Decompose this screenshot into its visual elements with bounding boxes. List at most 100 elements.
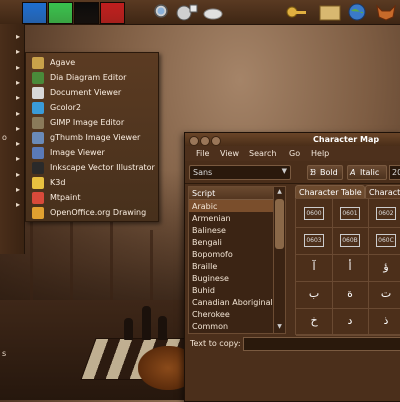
maximize-icon[interactable] bbox=[211, 136, 221, 146]
dock-category-item[interactable]: ▸ bbox=[0, 45, 24, 60]
tab-character-details[interactable]: Characte bbox=[365, 185, 400, 198]
dock-category-item[interactable]: ▸ bbox=[0, 91, 24, 106]
close-icon[interactable] bbox=[189, 136, 199, 146]
unknown-glyph-box: 060B bbox=[340, 234, 360, 247]
window-titlebar[interactable]: Character Map bbox=[185, 133, 400, 147]
menu-item-gthumb-image-viewer[interactable]: gThumb Image Viewer bbox=[28, 131, 156, 145]
script-list-scrollbar[interactable]: ▲ ▼ bbox=[273, 186, 286, 334]
dock-category-item[interactable]: ▸ bbox=[0, 76, 24, 91]
character-cell[interactable]: ؤ bbox=[368, 253, 400, 282]
chevron-right-icon: ▸ bbox=[16, 154, 21, 164]
scrollbar-thumb[interactable] bbox=[275, 199, 284, 249]
search-icon[interactable] bbox=[152, 2, 172, 22]
character-cell[interactable]: 060B bbox=[332, 226, 369, 255]
script-list-item[interactable]: Buginese bbox=[189, 272, 273, 284]
scroll-down-icon[interactable]: ▼ bbox=[275, 323, 284, 332]
font-selector[interactable]: Sans ▼ bbox=[189, 165, 291, 180]
globe-icon[interactable] bbox=[346, 2, 368, 22]
scroll-up-icon[interactable]: ▲ bbox=[275, 188, 284, 197]
script-list-item[interactable]: Bengali bbox=[189, 236, 273, 248]
character-cell[interactable]: ة bbox=[332, 280, 369, 309]
script-list-item[interactable]: Common bbox=[189, 320, 273, 332]
menu-item-label: Document Viewer bbox=[50, 88, 122, 97]
italic-label: Italic bbox=[360, 168, 380, 177]
chess-piece bbox=[124, 318, 133, 340]
character-cell[interactable]: آ bbox=[296, 253, 333, 282]
menu-item-inkscape-vector-illustrator[interactable]: Inkscape Vector Illustrator bbox=[28, 161, 156, 175]
script-list-item[interactable]: Braille bbox=[189, 260, 273, 272]
script-name: Canadian Aboriginal bbox=[192, 298, 273, 307]
character-cell[interactable]: ت bbox=[368, 280, 400, 309]
menu-search[interactable]: Search bbox=[249, 149, 276, 158]
mtpaint-icon bbox=[32, 192, 44, 204]
workspace-3[interactable] bbox=[74, 2, 99, 24]
key-icon[interactable] bbox=[285, 2, 309, 22]
script-name: Arabic bbox=[192, 202, 218, 211]
menu-item-dia-diagram-editor[interactable]: Dia Diagram Editor bbox=[28, 71, 156, 85]
character-cell[interactable]: 0600 bbox=[296, 199, 333, 228]
character-cell[interactable]: خ bbox=[296, 307, 333, 336]
character-cell[interactable]: د bbox=[332, 307, 369, 336]
character-cell[interactable]: ذ bbox=[368, 307, 400, 336]
font-name: Sans bbox=[193, 168, 213, 177]
cloud-icon[interactable] bbox=[202, 2, 224, 22]
script-list-header[interactable]: Script bbox=[189, 187, 273, 200]
menu-item-openoffice-org-drawing[interactable]: OpenOffice.org Drawing bbox=[28, 206, 156, 220]
unknown-glyph-box: 0600 bbox=[304, 207, 324, 220]
dock-category-item[interactable]: ▸ bbox=[0, 183, 24, 198]
fox-icon[interactable] bbox=[374, 2, 398, 22]
script-list-item[interactable]: Balinese bbox=[189, 224, 273, 236]
menu-item-gcolor2[interactable]: Gcolor2 bbox=[28, 101, 156, 115]
menu-file[interactable]: File bbox=[196, 149, 209, 158]
dock-category-item[interactable]: ▸ bbox=[0, 198, 24, 213]
menu-item-agave[interactable]: Agave bbox=[28, 56, 156, 70]
italic-toggle[interactable]: A Italic bbox=[347, 165, 387, 180]
menu-item-image-viewer[interactable]: Image Viewer bbox=[28, 146, 156, 160]
menu-help[interactable]: Help bbox=[311, 149, 329, 158]
text-to-copy-input[interactable] bbox=[243, 337, 400, 351]
inkscape-icon bbox=[32, 162, 44, 174]
menu-item-gimp-image-editor[interactable]: GIMP Image Editor bbox=[28, 116, 156, 130]
menu-item-mtpaint[interactable]: Mtpaint bbox=[28, 191, 156, 205]
font-size-spinner[interactable]: 20 bbox=[389, 165, 400, 180]
dock-category-item[interactable]: ▸ bbox=[0, 168, 24, 183]
dock-category-item[interactable]: ▸ bbox=[0, 152, 24, 167]
script-list-item[interactable]: Buhid bbox=[189, 284, 273, 296]
character-cell[interactable]: ب bbox=[296, 280, 333, 309]
menu-item-label: Gcolor2 bbox=[50, 103, 81, 112]
script-list-item[interactable]: Armenian bbox=[189, 212, 273, 224]
app-launcher-icon[interactable] bbox=[176, 2, 198, 22]
character-cell[interactable]: 0603 bbox=[296, 226, 333, 255]
gthumb-icon bbox=[32, 132, 44, 144]
chevron-right-icon: ▸ bbox=[16, 47, 21, 57]
bold-toggle[interactable]: ᗽ Bold bbox=[307, 165, 343, 180]
workspace-1[interactable] bbox=[22, 2, 47, 24]
unknown-glyph-box: 060C bbox=[376, 234, 396, 247]
script-list-item[interactable]: Cherokee bbox=[189, 308, 273, 320]
script-list-item[interactable]: Arabic bbox=[189, 200, 273, 212]
menu-item-k3d[interactable]: K3d bbox=[28, 176, 156, 190]
menu-item-document-viewer[interactable]: Document Viewer bbox=[28, 86, 156, 100]
chess-piece bbox=[158, 316, 167, 340]
dock-category-item[interactable]: ▸ bbox=[0, 107, 24, 122]
k3d-icon bbox=[32, 177, 44, 189]
text-to-copy-row: Text to copy: bbox=[185, 336, 400, 352]
dock-category-item[interactable]: ▸ bbox=[0, 30, 24, 45]
menu-go[interactable]: Go bbox=[289, 149, 300, 158]
script-list-item[interactable]: Bopomofo bbox=[189, 248, 273, 260]
workspace-4[interactable] bbox=[100, 2, 125, 24]
bold-label: Bold bbox=[320, 168, 338, 177]
chevron-right-icon: ▸ bbox=[16, 77, 21, 87]
notes-icon[interactable] bbox=[318, 2, 342, 22]
workspace-2[interactable] bbox=[48, 2, 73, 24]
character-cell[interactable]: أ bbox=[332, 253, 369, 282]
script-list-item[interactable]: Canadian Aboriginal bbox=[189, 296, 273, 308]
tab-character-table[interactable]: Character Table bbox=[295, 185, 365, 198]
character-cell[interactable]: 060C bbox=[368, 226, 400, 255]
character-cell[interactable]: 0601 bbox=[332, 199, 369, 228]
minimize-icon[interactable] bbox=[200, 136, 210, 146]
dock-category-item[interactable]: ▸ bbox=[0, 61, 24, 76]
character-cell[interactable]: 0602 bbox=[368, 199, 400, 228]
character-map-window: Character Map File View Search Go Help S… bbox=[184, 132, 400, 402]
menu-view[interactable]: View bbox=[220, 149, 239, 158]
